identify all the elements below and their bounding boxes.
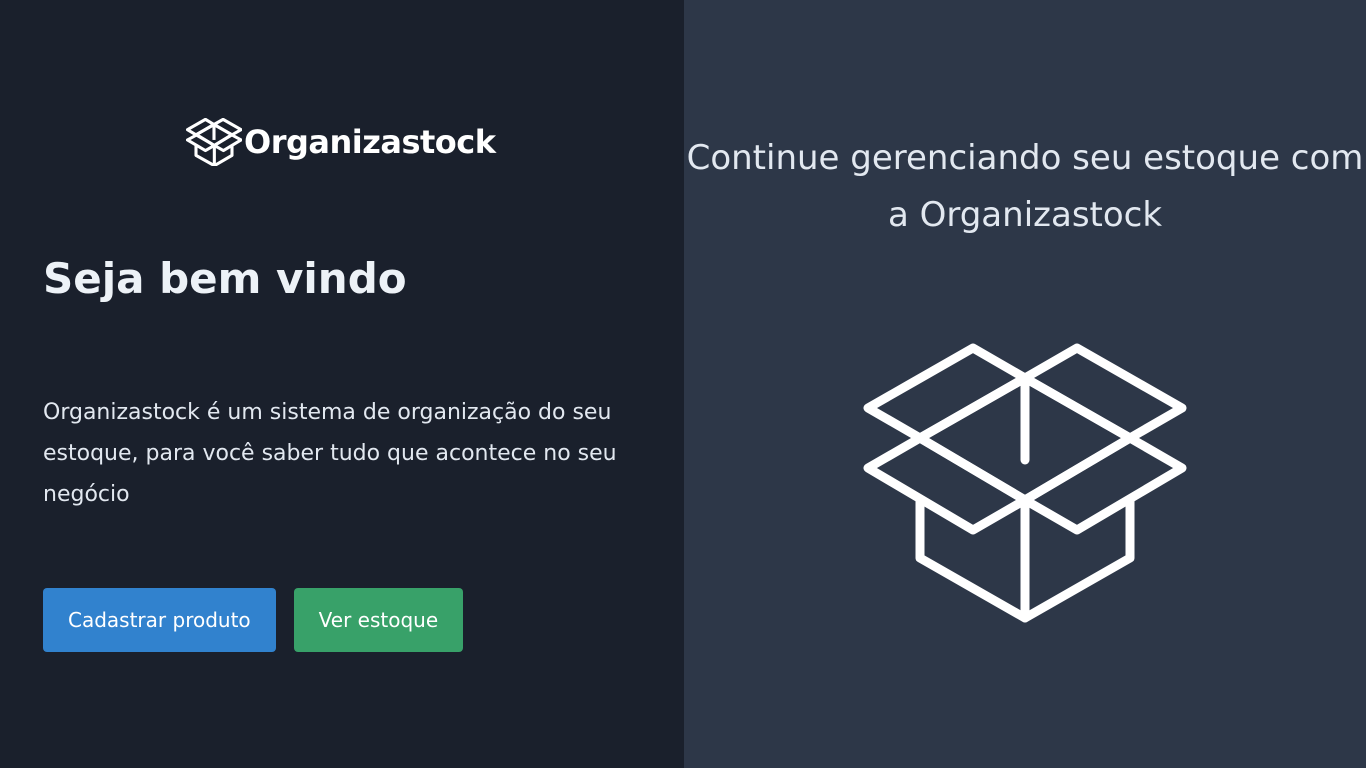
welcome-panel: Organizastock Seja bem vindo Organizasto… (0, 0, 684, 768)
register-product-button[interactable]: Cadastrar produto (43, 588, 276, 652)
view-stock-button[interactable]: Ver estoque (293, 588, 464, 652)
brand-name: Organizastock (244, 123, 496, 161)
open-box-icon (186, 118, 242, 166)
action-buttons: Cadastrar produto Ver estoque (43, 588, 464, 652)
description-text: Organizastock é um sistema de organizaçã… (43, 400, 617, 507)
brand-logo: Organizastock (186, 118, 496, 166)
tagline-text: Continue gerenciando seu estoque com a O… (686, 138, 1364, 235)
open-box-icon (863, 343, 1187, 623)
welcome-heading: Seja bem vindo (43, 254, 407, 303)
